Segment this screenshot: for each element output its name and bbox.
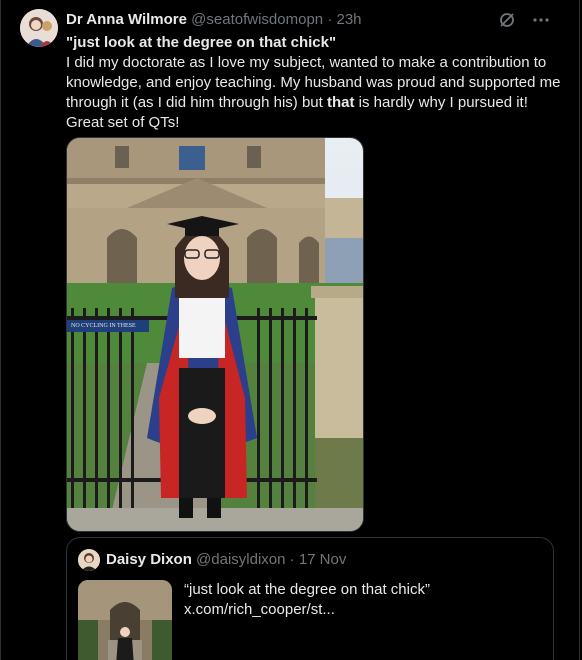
tweet-text-bold: that xyxy=(326,94,355,111)
grok-icon[interactable] xyxy=(497,10,517,30)
author-handle[interactable]: @seatofwisdomopn xyxy=(191,11,323,28)
quoted-tweet-header: Daisy Dixon @daisyldixon · 17 Nov xyxy=(106,551,346,569)
tweet-text: "just look at the degree on that chick" … xyxy=(66,33,566,133)
quoted-author-handle[interactable]: @daisyldixon xyxy=(196,551,285,568)
tweet-header: Dr Anna Wilmore @seatofwisdomopn · 23h xyxy=(66,11,362,29)
quoted-tweet-date[interactable]: 17 Nov xyxy=(299,551,347,568)
tweet-quote-line: "just look at the degree on that chick" xyxy=(66,34,337,51)
tweet-container: Dr Anna Wilmore @seatofwisdomopn · 23h "… xyxy=(0,0,580,660)
more-icon[interactable] xyxy=(531,10,551,30)
header-separator: · xyxy=(327,11,333,28)
quoted-header-separator: · xyxy=(289,551,295,568)
quoted-author-avatar[interactable] xyxy=(78,549,100,571)
quoted-tweet-body: “just look at the degree on that chick” xyxy=(184,581,430,598)
author-name[interactable]: Dr Anna Wilmore xyxy=(66,11,187,28)
quoted-author-name[interactable]: Daisy Dixon xyxy=(106,551,192,568)
quoted-tweet-link[interactable]: x.com/rich_cooper/st... xyxy=(184,600,430,620)
photo-sign-text: NO CYCLING IN THESE xyxy=(71,323,136,329)
tweet-tools xyxy=(497,10,551,30)
author-avatar[interactable] xyxy=(20,9,58,47)
quoted-tweet-text: “just look at the degree on that chick” … xyxy=(184,580,430,620)
tweet-timestamp[interactable]: 23h xyxy=(336,11,361,28)
quoted-tweet-thumbnail[interactable] xyxy=(78,580,172,660)
tweet-photo[interactable]: NO CYCLING IN THESE xyxy=(66,137,364,532)
quoted-tweet-card[interactable]: Daisy Dixon @daisyldixon · 17 Nov “just … xyxy=(66,537,554,660)
